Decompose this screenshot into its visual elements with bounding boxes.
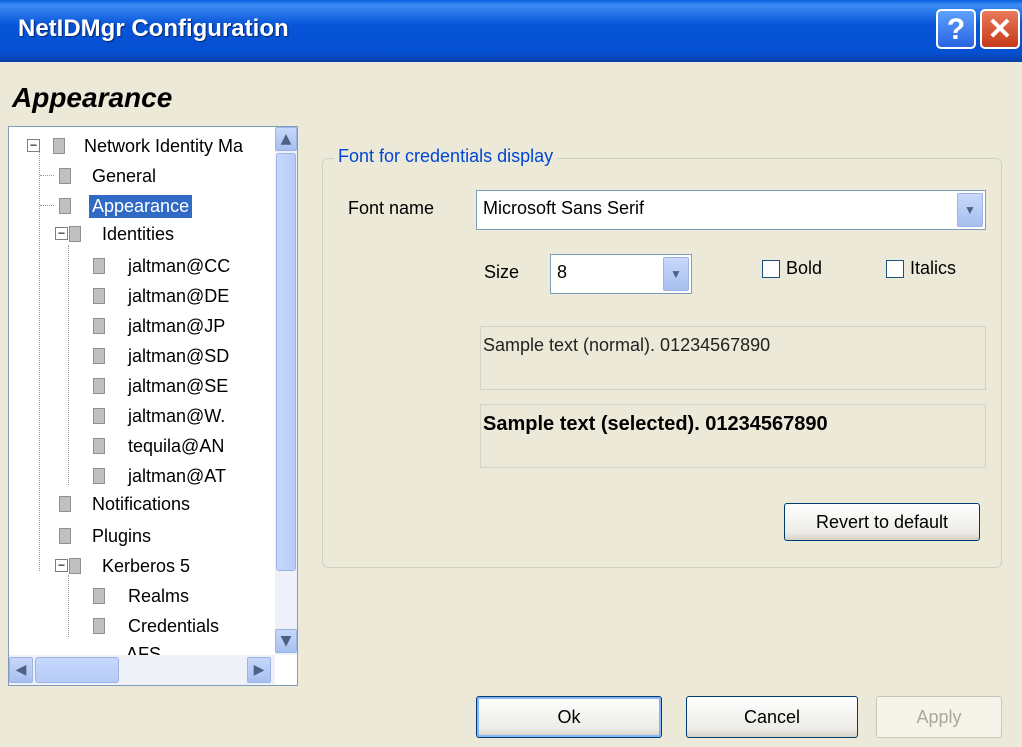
- tree-item-identities[interactable]: Identities: [69, 219, 177, 249]
- window-title: NetIDMgr Configuration: [18, 15, 289, 42]
- node-icon: [93, 588, 105, 604]
- font-group-legend: Font for credentials display: [334, 146, 558, 167]
- node-icon: [93, 258, 105, 274]
- tree-item-identity[interactable]: jaltman@CC: [93, 251, 233, 281]
- node-icon: [93, 288, 105, 304]
- tree-item-identity[interactable]: jaltman@SE: [93, 371, 231, 401]
- collapse-icon[interactable]: −: [55, 227, 68, 240]
- sample-normal: Sample text (normal). 01234567890: [480, 326, 986, 390]
- checkbox-box[interactable]: [886, 259, 904, 278]
- node-icon: [59, 198, 71, 214]
- tree-item-identity[interactable]: jaltman@AT: [93, 461, 229, 491]
- sample-selected: Sample text (selected). 01234567890: [480, 404, 986, 468]
- tree-item-realms[interactable]: Realms: [93, 581, 192, 611]
- tree-item-identity[interactable]: tequila@AN: [93, 431, 227, 461]
- bold-checkbox[interactable]: Bold: [762, 258, 822, 279]
- node-icon: [69, 226, 81, 242]
- tree-item-identity[interactable]: jaltman@JP: [93, 311, 228, 341]
- close-button[interactable]: ✕: [980, 9, 1020, 49]
- tree-item-kerberos[interactable]: Kerberos 5: [69, 551, 193, 581]
- tree-item-notifications[interactable]: Notifications: [59, 489, 193, 519]
- tree-guide-line: [68, 575, 69, 637]
- collapse-icon[interactable]: −: [55, 559, 68, 572]
- chevron-down-icon[interactable]: ▼: [663, 257, 689, 291]
- collapse-icon[interactable]: −: [27, 139, 40, 152]
- node-icon: [93, 318, 105, 334]
- node-icon: [93, 438, 105, 454]
- revert-to-default-button[interactable]: Revert to default: [784, 503, 980, 541]
- checkbox-box[interactable]: [762, 259, 780, 278]
- size-select[interactable]: 8 ▼: [550, 254, 692, 294]
- tree-item-identity[interactable]: jaltman@SD: [93, 341, 232, 371]
- node-icon: [69, 558, 81, 574]
- node-icon: [53, 138, 65, 154]
- italics-checkbox[interactable]: Italics: [886, 258, 956, 279]
- ok-button[interactable]: Ok: [476, 696, 662, 738]
- tree-item-appearance[interactable]: Appearance: [59, 191, 193, 221]
- cancel-button[interactable]: Cancel: [686, 696, 858, 738]
- node-icon: [93, 468, 105, 484]
- config-tree[interactable]: − Network Identity Ma General Appearance…: [8, 126, 298, 686]
- scroll-down-icon[interactable]: ▼: [275, 629, 297, 653]
- apply-button[interactable]: Apply: [876, 696, 1002, 738]
- tree-vertical-scrollbar[interactable]: ▲ ▼: [275, 127, 297, 655]
- node-icon: [93, 348, 105, 364]
- size-label: Size: [484, 262, 520, 282]
- page-heading: Appearance: [12, 82, 173, 113]
- chevron-down-icon[interactable]: ▼: [957, 193, 983, 227]
- node-icon: [59, 168, 71, 184]
- scroll-thumb[interactable]: [276, 153, 296, 571]
- scroll-thumb[interactable]: [35, 657, 119, 683]
- tree-item-identity[interactable]: jaltman@DE: [93, 281, 232, 311]
- node-icon: [93, 618, 105, 634]
- title-bar: NetIDMgr Configuration ? ✕: [0, 0, 1022, 62]
- tree-horizontal-scrollbar[interactable]: ◀ ▶: [9, 655, 275, 685]
- tree-item-identity[interactable]: jaltman@W.: [93, 401, 228, 431]
- scroll-right-icon[interactable]: ▶: [247, 657, 271, 683]
- tree-guide-line: [68, 245, 69, 485]
- node-icon: [59, 528, 71, 544]
- tree-item-plugins[interactable]: Plugins: [59, 521, 154, 551]
- node-icon: [93, 378, 105, 394]
- help-button[interactable]: ?: [936, 9, 976, 49]
- tree-item-general[interactable]: General: [59, 161, 159, 191]
- tree-guide-line: [39, 149, 40, 571]
- scroll-up-icon[interactable]: ▲: [275, 127, 297, 151]
- node-icon: [59, 496, 71, 512]
- font-name-label: Font name: [348, 198, 435, 218]
- scroll-left-icon[interactable]: ◀: [9, 657, 33, 683]
- tree-item-credentials[interactable]: Credentials: [93, 611, 222, 641]
- node-icon: [93, 408, 105, 424]
- tree-item-afs[interactable]: AFS: [123, 639, 164, 656]
- tree-item-root[interactable]: Network Identity Ma: [53, 131, 246, 161]
- font-name-select[interactable]: Microsoft Sans Serif ▼: [476, 190, 986, 230]
